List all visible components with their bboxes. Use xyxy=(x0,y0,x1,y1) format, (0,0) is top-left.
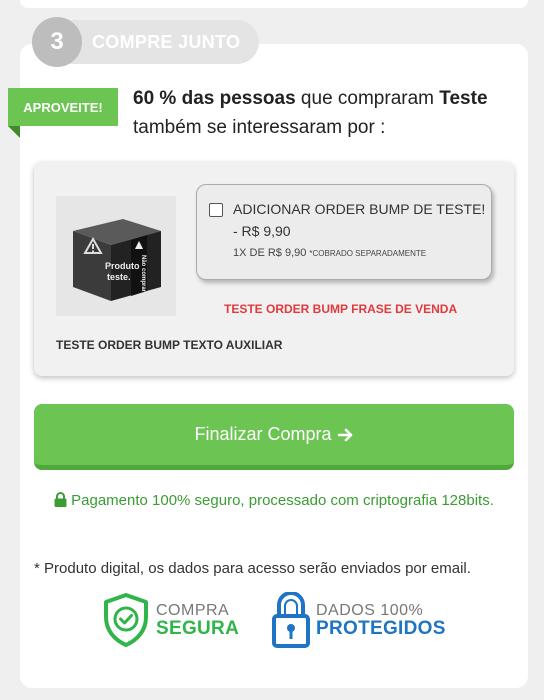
headline-product: Teste xyxy=(439,88,488,109)
lock-icon xyxy=(54,492,67,507)
upsell-headline: 60 % das pessoas que compraram Teste tam… xyxy=(133,84,523,142)
protegidos-label: PROTEGIDOS xyxy=(316,618,446,639)
product-image-side-text: Não comprar xyxy=(140,255,146,293)
order-bump-price: - R$ 9,90 xyxy=(233,223,291,239)
order-bump-checkbox[interactable] xyxy=(209,203,223,217)
digital-product-note: * Produto digital, os dados para acesso … xyxy=(34,560,471,577)
order-bump-title: ADICIONAR ORDER BUMP DE TESTE! xyxy=(233,201,486,217)
aproveite-ribbon: APROVEITE! xyxy=(8,88,118,126)
finalize-button-label: Finalizar Compra xyxy=(194,424,332,444)
previous-section-card xyxy=(20,0,528,8)
shield-check-icon xyxy=(104,593,148,647)
order-bump-offer[interactable]: ADICIONAR ORDER BUMP DE TESTE! - R$ 9,90… xyxy=(196,184,492,280)
compra-segura-badge: COMPRA SEGURA xyxy=(102,592,239,648)
product-box-icon: Produto teste. Não comprar xyxy=(73,219,161,301)
dados-protegidos-text: DADOS 100% PROTEGIDOS xyxy=(316,602,446,638)
charged-separately-note: *COBRADO SEPARADAMENTE xyxy=(309,249,427,258)
dados-protegidos-badge: DADOS 100% PROTEGIDOS xyxy=(272,592,446,648)
installment-text: 1X DE R$ 9,90 xyxy=(233,247,307,259)
arrow-right-icon xyxy=(337,428,352,441)
order-bump-aux-text: TESTE ORDER BUMP TEXTO AUXILIAR xyxy=(56,338,283,352)
order-bump-box: Produto teste. Não comprar ADICIONAR ORD… xyxy=(34,162,514,376)
product-image-text-1: Produto xyxy=(105,261,140,271)
headline-middle: que compraram xyxy=(295,88,440,109)
ribbon-fold xyxy=(8,126,20,138)
headline-end: também se interessaram por : xyxy=(133,117,386,138)
order-bump-installment: 1X DE R$ 9,90 *COBRADO SEPARADAMENTE xyxy=(233,247,426,259)
secure-payment-text: Pagamento 100% seguro, processado com cr… xyxy=(71,492,494,509)
step-number: 3 xyxy=(32,17,82,67)
segura-label: SEGURA xyxy=(156,618,240,639)
compra-segura-text: COMPRA SEGURA xyxy=(156,602,239,638)
finalize-purchase-button[interactable]: Finalizar Compra xyxy=(34,404,514,470)
product-image-text-2: teste. xyxy=(107,272,131,282)
padlock-icon xyxy=(272,592,310,648)
step-title: COMPRE JUNTO xyxy=(92,32,241,52)
step-header: 3 COMPRE JUNTO xyxy=(32,17,259,67)
secure-payment-info: Pagamento 100% seguro, processado com cr… xyxy=(40,486,508,516)
order-bump-sales-phrase: TESTE ORDER BUMP FRASE DE VENDA xyxy=(224,302,458,316)
headline-percent: 60 % das pessoas xyxy=(133,88,296,109)
product-image: Produto teste. Não comprar xyxy=(56,196,176,316)
